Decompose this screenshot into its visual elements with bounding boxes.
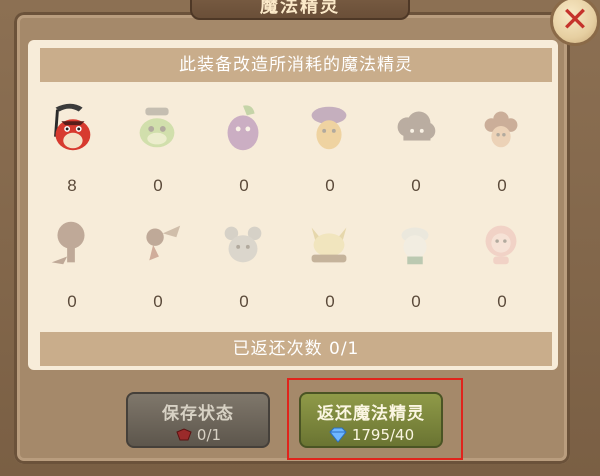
green-frog-sprite-icon[interactable] — [126, 96, 188, 158]
brown-tree-sprite-icon[interactable] — [40, 212, 102, 274]
sprite-count-4: 0 — [325, 176, 335, 195]
brown-flower-sprite-icon[interactable] — [470, 96, 532, 158]
sprite-count-7: 0 — [67, 292, 77, 311]
sprite-count-3: 0 — [239, 176, 249, 195]
sprite-count-6: 0 — [497, 176, 507, 195]
save-state-cost: 0/1 — [128, 426, 268, 444]
save-state-label: 保存状态 — [162, 404, 234, 424]
pink-lion-sprite-icon[interactable] — [470, 212, 532, 274]
return-count-status: 已返还次数 0/1 — [40, 332, 552, 366]
sprite-count-2: 0 — [153, 176, 163, 195]
dark-cloud-sprite-icon[interactable] — [384, 96, 446, 158]
panel-header: 此装备改造所消耗的魔法精灵 — [40, 48, 552, 82]
sprite-count-1: 8 — [67, 176, 77, 195]
grey-mouse-sprite-icon[interactable] — [212, 212, 274, 274]
ruby-icon — [176, 428, 192, 441]
sprite-count-9: 0 — [239, 292, 249, 311]
red-reaper-sprite-icon[interactable] — [40, 96, 102, 158]
mushroom-hat-sprite-icon[interactable] — [298, 96, 360, 158]
close-icon: ✕ — [560, 0, 590, 40]
sprite-count-12: 0 — [497, 292, 507, 311]
eared-cheese-sprite-icon[interactable] — [298, 212, 360, 274]
sprite-count-11: 0 — [411, 292, 421, 311]
save-state-cost-value: 0/1 — [196, 426, 222, 444]
sprite-count-8: 0 — [153, 292, 163, 311]
dialog-title: 魔法精灵 — [190, 0, 410, 20]
sprite-count-5: 0 — [411, 176, 421, 195]
sprite-count-10: 0 — [325, 292, 335, 311]
purple-eggplant-sprite-icon[interactable] — [212, 96, 274, 158]
sprite-panel — [28, 40, 558, 370]
save-state-button[interactable]: 保存状态 0/1 — [126, 392, 270, 448]
white-bearded-sprite-icon[interactable] — [384, 212, 446, 274]
highlight-box — [287, 378, 463, 460]
winged-tree-sprite-icon[interactable] — [126, 212, 188, 274]
